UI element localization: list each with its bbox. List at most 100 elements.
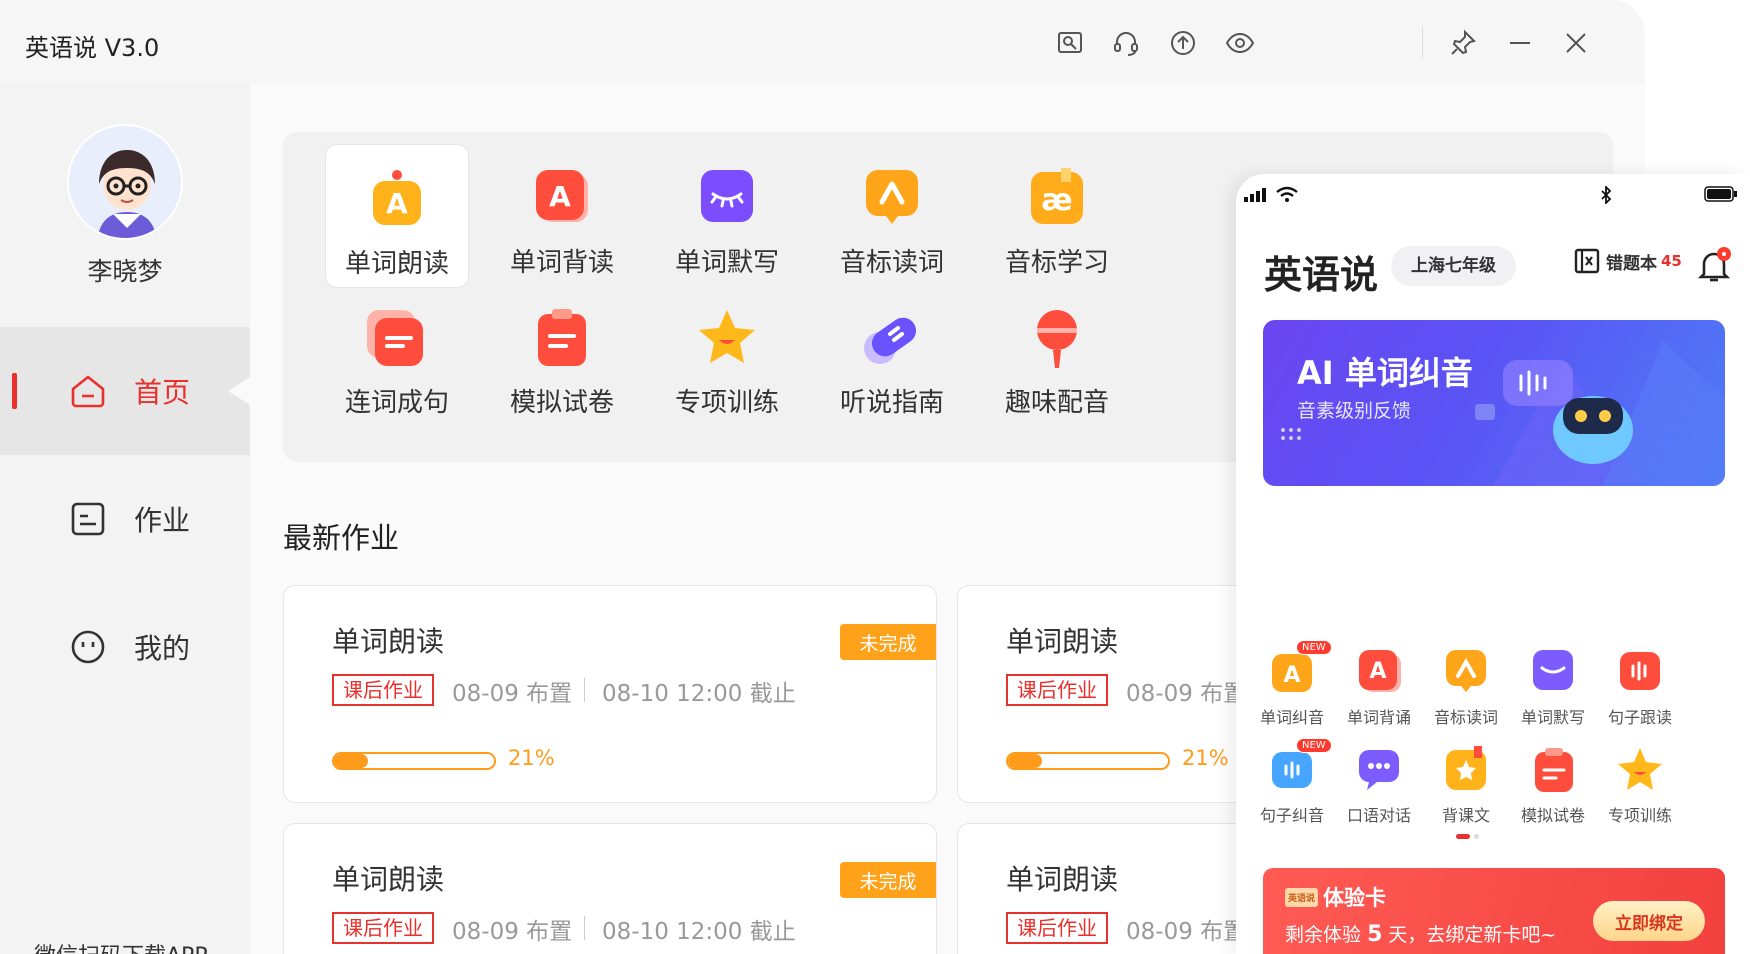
sidebar: 李晓梦 首页 作业 我的 微信扫码下载APP xyxy=(0,84,250,954)
mini-phonetic-read[interactable]: 音标读词 xyxy=(1424,646,1508,728)
homework-icon xyxy=(71,502,105,536)
progress-bar xyxy=(1006,752,1170,770)
mini-sentence-follow[interactable]: 句子跟读 xyxy=(1598,646,1682,728)
mini-word-correct[interactable]: A NEW 单词纠音 xyxy=(1250,640,1334,728)
page-indicator xyxy=(1456,834,1479,839)
feature-word-dictation[interactable]: 单词默写 xyxy=(655,144,799,288)
trial-desc-suffix: 天，去绑定新卡吧~ xyxy=(1388,924,1557,946)
grade-selector[interactable]: 上海七年级 xyxy=(1391,246,1516,286)
trial-desc-prefix: 剩余体验 xyxy=(1285,924,1362,946)
bind-card-button[interactable]: 立即绑定 xyxy=(1593,901,1705,941)
banner-subtitle: 音素级别反馈 xyxy=(1297,400,1412,422)
mini-label: 单词纠音 xyxy=(1259,708,1324,727)
feature-fun-dubbing[interactable]: 趣味配音 xyxy=(985,284,1129,428)
upload-icon[interactable] xyxy=(1165,25,1201,61)
title-bar: 英语说 V3.0 xyxy=(0,0,1645,84)
recite-text-icon xyxy=(1446,746,1486,790)
home-icon xyxy=(71,375,105,408)
feature-mock-exam[interactable]: 模拟试卷 xyxy=(490,284,634,428)
eye-icon[interactable] xyxy=(1222,25,1258,61)
bell-icon[interactable] xyxy=(1694,246,1734,286)
trial-description: 剩余体验 5 天，去绑定新卡吧~ xyxy=(1285,920,1556,947)
mini-label: 单词背诵 xyxy=(1346,708,1411,727)
mini-word-dictation[interactable]: 单词默写 xyxy=(1511,646,1595,728)
homework-tag: 课后作业 xyxy=(1006,674,1108,706)
mini-recite-text[interactable]: 背课文 xyxy=(1424,744,1508,826)
ai-banner[interactable]: AI 单词纠音 音素级别反馈 xyxy=(1263,320,1725,486)
feature-word-recite[interactable]: A 单词背读 xyxy=(490,144,634,288)
trial-title: 体验卡 xyxy=(1323,886,1386,910)
mini-label: 句子跟读 xyxy=(1607,708,1672,727)
battery-icon xyxy=(1704,186,1737,202)
feature-phonetic-learn[interactable]: æ 音标学习 xyxy=(985,144,1129,288)
nav-label: 作业 xyxy=(134,504,191,537)
mini-oral-dialogue[interactable]: 口语对话 xyxy=(1337,744,1421,826)
nav-homework[interactable]: 作业 xyxy=(0,455,250,583)
nav-home[interactable]: 首页 xyxy=(0,327,250,455)
nav-mine[interactable]: 我的 xyxy=(0,583,250,711)
word-read-icon: A xyxy=(373,170,421,225)
page-dot-active xyxy=(1456,834,1470,839)
screenshot-icon[interactable] xyxy=(1052,25,1088,61)
mini-label: 音标读词 xyxy=(1433,708,1498,727)
bluetooth-icon xyxy=(1601,186,1612,204)
word-recite-icon: A xyxy=(1359,650,1401,692)
homework-tag: 课后作业 xyxy=(332,674,434,706)
banner-title: AI 单词纠音 xyxy=(1297,354,1473,392)
svg-text:A: A xyxy=(1369,659,1386,684)
feature-label: 单词背读 xyxy=(509,248,614,278)
trial-card[interactable]: 英语说 体验卡 剩余体验 5 天，去绑定新卡吧~ 立即绑定 xyxy=(1263,868,1725,954)
mini-label: 句子纠音 xyxy=(1259,806,1324,825)
star-icon xyxy=(1618,748,1662,790)
svg-text:A: A xyxy=(1283,663,1300,688)
section-title: 最新作业 xyxy=(283,521,400,555)
progress-bar xyxy=(332,752,496,770)
feature-label: 单词默写 xyxy=(674,248,779,278)
new-badge: NEW xyxy=(1296,640,1332,655)
mobile-preview: 英语说 上海七年级 错题本 45 AI 单词纠音 音素级别反馈 A NEW 单词纠… xyxy=(1236,174,1750,954)
homework-card[interactable]: 单词朗读 未完成 课后作业 08-09 布置 08-10 12:00 截止 xyxy=(283,823,937,954)
avatar[interactable] xyxy=(67,124,183,240)
mistake-book-label: 错题本 xyxy=(1606,253,1657,274)
progress-label: 21% xyxy=(1182,746,1229,770)
mini-word-recite[interactable]: A 单词背诵 xyxy=(1337,646,1421,728)
headset-icon[interactable] xyxy=(1108,25,1144,61)
minimize-icon[interactable] xyxy=(1502,25,1538,61)
mock-exam-icon xyxy=(1535,748,1573,792)
assigned-date: 08-09 布置 xyxy=(452,681,573,707)
feature-sentence-build[interactable]: 连词成句 xyxy=(325,284,469,428)
phonetic-read-icon xyxy=(1446,650,1486,692)
assigned-date: 08-09 布置 xyxy=(1126,919,1247,945)
phonetic-read-icon xyxy=(866,170,918,224)
feature-speaking-guide[interactable]: 听说指南 xyxy=(820,284,964,428)
pin-icon[interactable] xyxy=(1445,25,1481,61)
mini-label: 单词默写 xyxy=(1520,708,1585,727)
feature-phonetic-read[interactable]: 音标读词 xyxy=(820,144,964,288)
sentence-follow-icon xyxy=(1620,652,1660,690)
dubbing-icon xyxy=(1037,310,1077,368)
mistake-book-button[interactable]: 错题本 45 xyxy=(1574,248,1682,274)
mini-mock-exam[interactable]: 模拟试卷 xyxy=(1511,744,1595,826)
active-indicator xyxy=(12,373,17,409)
mini-special-training[interactable]: 专项训练 xyxy=(1598,744,1682,826)
feature-label: 专项训练 xyxy=(674,388,779,418)
active-caret xyxy=(228,377,250,405)
homework-card[interactable]: 单词朗读 未完成 课后作业 08-09 布置 08-10 12:00 截止 21… xyxy=(283,585,937,803)
nav-label: 首页 xyxy=(134,376,191,409)
feature-special-training[interactable]: 专项训练 xyxy=(655,284,799,428)
svg-text:æ: æ xyxy=(1041,183,1072,218)
feature-word-read[interactable]: A 单词朗读 xyxy=(325,144,469,288)
mini-label: 背课文 xyxy=(1441,806,1490,825)
trial-days: 5 xyxy=(1367,922,1383,947)
homework-tag: 课后作业 xyxy=(1006,912,1108,944)
status-badge: 未完成 xyxy=(840,624,936,660)
homework-title: 单词朗读 xyxy=(1006,625,1119,658)
assigned-date: 08-09 布置 xyxy=(452,919,573,945)
trial-logo: 英语说 xyxy=(1285,888,1319,907)
mini-label: 模拟试卷 xyxy=(1520,806,1585,825)
mini-sentence-correct[interactable]: NEW 句子纠音 xyxy=(1250,738,1334,826)
feature-label: 连词成句 xyxy=(344,388,449,418)
svg-text:A: A xyxy=(386,187,408,220)
close-icon[interactable] xyxy=(1558,25,1594,61)
signal-icon xyxy=(1244,188,1266,202)
